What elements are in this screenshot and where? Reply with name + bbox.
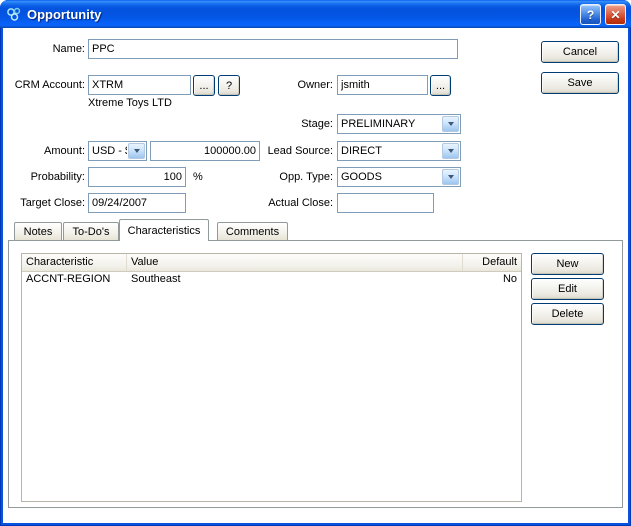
new-button[interactable]: New	[531, 253, 604, 275]
window-help-button[interactable]: ?	[580, 4, 601, 25]
stage-dropdown-button[interactable]	[442, 116, 459, 132]
chevron-down-icon	[448, 122, 454, 126]
lead-source-dropdown-button[interactable]	[442, 143, 459, 159]
table-header-row: Characteristic Value Default	[22, 254, 521, 272]
edit-button[interactable]: Edit	[531, 278, 604, 300]
lead-source-select[interactable]: DIRECT	[337, 141, 461, 161]
opp-type-select[interactable]: GOODS	[337, 167, 461, 187]
currency-dropdown-button[interactable]	[128, 143, 145, 159]
help-icon: ?	[587, 8, 594, 22]
opportunity-dialog: Opportunity ? ✕ Name: Cancel Save CRM Ac…	[0, 0, 631, 526]
target-close-label: Target Close:	[3, 197, 85, 210]
tab-characteristics[interactable]: Characteristics	[119, 219, 209, 241]
opp-type-label: Opp. Type:	[233, 171, 333, 184]
cell-value: Southeast	[127, 272, 463, 288]
close-icon: ✕	[610, 8, 620, 22]
window-close-button[interactable]: ✕	[605, 4, 626, 25]
characteristics-panel: Characteristic Value Default ACCNT-REGIO…	[8, 240, 623, 508]
name-input[interactable]	[88, 39, 458, 59]
owner-browse-button[interactable]: ...	[430, 75, 451, 96]
chevron-down-icon	[134, 149, 140, 153]
opp-type-value: GOODS	[338, 171, 441, 183]
currency-select[interactable]: USD - $	[88, 141, 147, 161]
dialog-body: Name: Cancel Save CRM Account: ... ? Xtr…	[3, 28, 628, 523]
tab-notes[interactable]: Notes	[14, 222, 62, 240]
cell-default: No	[463, 272, 521, 288]
header-cell-characteristic: Characteristic	[22, 254, 127, 271]
chevron-down-icon	[448, 175, 454, 179]
target-close-input[interactable]	[88, 193, 186, 213]
header-cell-default: Default	[463, 254, 521, 271]
tab-label: Notes	[24, 226, 53, 238]
tab-label: To-Do's	[73, 226, 110, 238]
owner-label: Owner:	[233, 79, 333, 92]
title-bar[interactable]: Opportunity ? ✕	[0, 0, 631, 28]
save-button[interactable]: Save	[541, 72, 619, 94]
tab-todos[interactable]: To-Do's	[63, 222, 119, 240]
probability-label: Probability:	[3, 171, 85, 184]
crm-account-input[interactable]	[88, 75, 191, 95]
header-cell-value: Value	[127, 254, 463, 271]
app-icon	[6, 6, 22, 22]
currency-value: USD - $	[89, 145, 127, 157]
crm-account-browse-button[interactable]: ...	[193, 75, 215, 96]
opp-type-dropdown-button[interactable]	[442, 169, 459, 185]
stage-select[interactable]: PRELIMINARY	[337, 114, 461, 134]
stage-value: PRELIMINARY	[338, 118, 441, 130]
probability-suffix-label: %	[193, 171, 203, 184]
owner-input[interactable]	[337, 75, 428, 95]
tab-label: Comments	[226, 226, 279, 238]
actual-close-label: Actual Close:	[233, 197, 333, 210]
tab-label: Characteristics	[128, 225, 201, 237]
actual-close-input[interactable]	[337, 193, 434, 213]
crm-account-label: CRM Account:	[3, 79, 85, 92]
chevron-down-icon	[448, 149, 454, 153]
lead-source-value: DIRECT	[338, 145, 441, 157]
crm-account-display-name: Xtreme Toys LTD	[88, 97, 172, 110]
lead-source-label: Lead Source:	[233, 145, 333, 158]
window-title: Opportunity	[27, 7, 101, 22]
delete-button[interactable]: Delete	[531, 303, 604, 325]
name-label: Name:	[3, 43, 85, 56]
table-row[interactable]: ACCNT-REGION Southeast No	[22, 272, 521, 288]
amount-label: Amount:	[3, 145, 85, 158]
probability-input[interactable]	[88, 167, 186, 187]
characteristics-table: Characteristic Value Default ACCNT-REGIO…	[21, 253, 522, 502]
tab-comments[interactable]: Comments	[217, 222, 288, 240]
cell-characteristic: ACCNT-REGION	[22, 272, 127, 288]
stage-label: Stage:	[233, 118, 333, 131]
cancel-button[interactable]: Cancel	[541, 41, 619, 63]
